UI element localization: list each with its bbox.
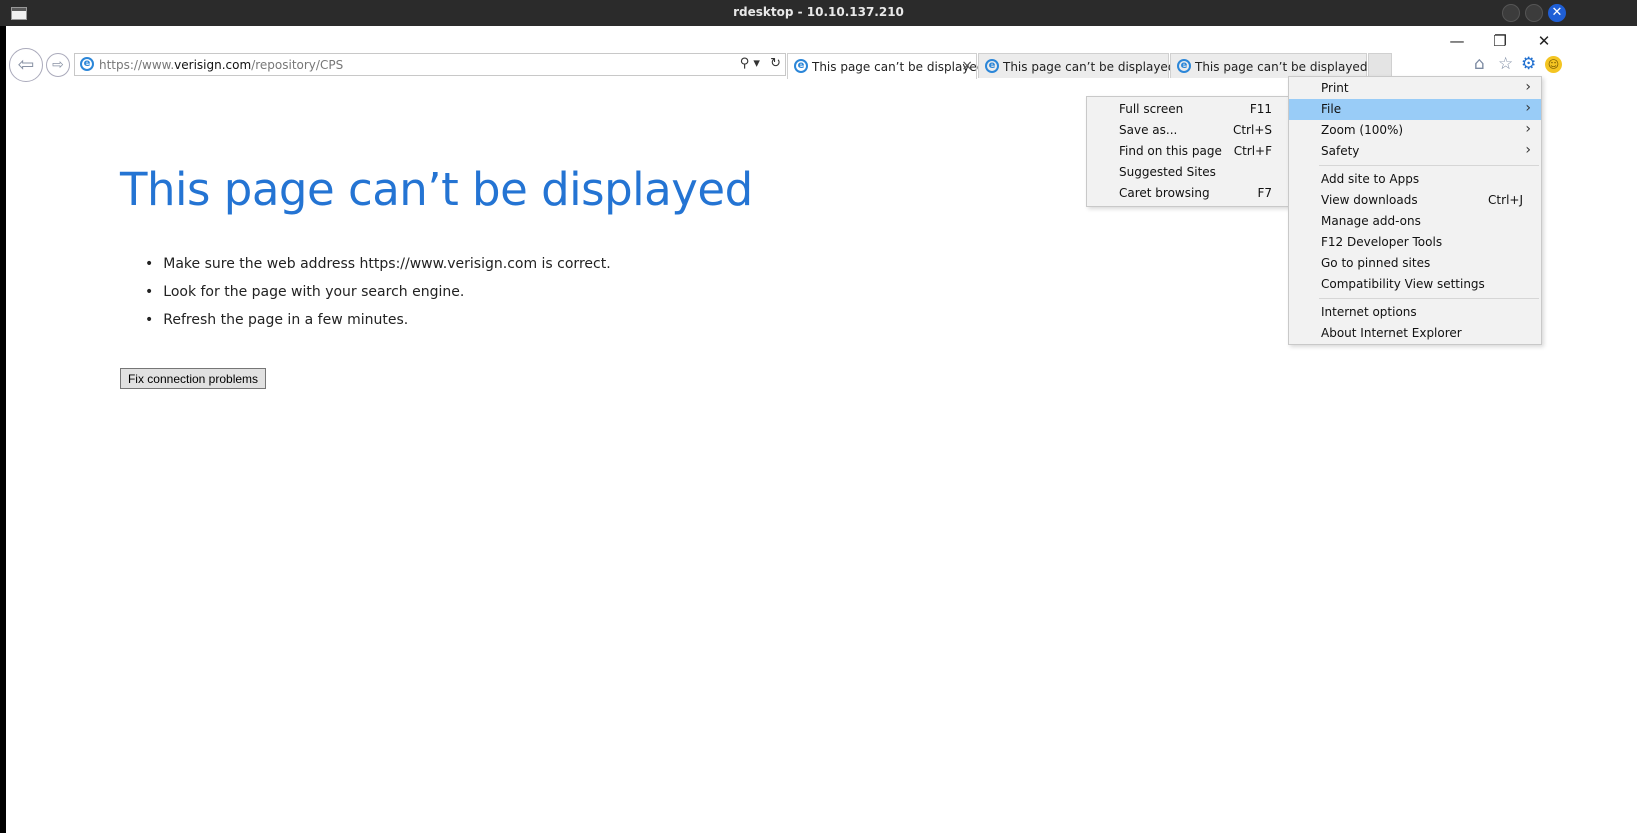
favorites-star-icon[interactable]: ☆ [1498, 54, 1513, 74]
rdesktop-close-button[interactable]: ✕ [1548, 4, 1566, 22]
menu-separator [1319, 298, 1539, 299]
chevron-right-icon: › [1525, 142, 1531, 158]
menu-item-save-as[interactable]: Save as... Ctrl+S [1087, 120, 1290, 141]
rdesktop-maximize-button[interactable] [1525, 4, 1543, 22]
chevron-right-icon: › [1525, 100, 1531, 116]
new-tab-button[interactable] [1368, 53, 1392, 78]
rdesktop-title: rdesktop - 10.10.137.210 [733, 5, 904, 19]
address-bar[interactable]: https://www.verisign.com/repository/CPS … [74, 53, 786, 76]
tab-title: This page can’t be displayed [812, 60, 985, 74]
menu-item-find-on-page[interactable]: Find on this page Ctrl+F [1087, 141, 1290, 162]
menu-item-zoom[interactable]: Zoom (100%) › [1289, 120, 1541, 141]
forward-button[interactable]: ⇨ [46, 53, 70, 77]
list-item: Make sure the web address https://www.ve… [145, 255, 610, 283]
menu-item-pinned-sites[interactable]: Go to pinned sites [1289, 253, 1541, 274]
menu-item-compat-view[interactable]: Compatibility View settings [1289, 274, 1541, 295]
ie-page-icon [80, 57, 94, 71]
tab-title: This page can’t be displayed [1003, 60, 1176, 74]
tab-2[interactable]: This page can’t be displayed [978, 53, 1175, 78]
close-button[interactable]: ✕ [1534, 32, 1554, 50]
menu-item-safety[interactable]: Safety › [1289, 141, 1541, 162]
tab-ie-icon [985, 59, 999, 73]
menu-item-about-ie[interactable]: About Internet Explorer [1289, 323, 1541, 344]
tab-title: This page can’t be displayed [1195, 60, 1368, 74]
page-title: This page can’t be displayed [120, 163, 753, 216]
minimize-button[interactable]: — [1447, 32, 1467, 50]
back-button[interactable]: ⇦ [9, 48, 43, 82]
chevron-right-icon: › [1525, 121, 1531, 137]
menu-item-view-downloads[interactable]: View downloads Ctrl+J [1289, 190, 1541, 211]
menu-item-suggested-sites[interactable]: Suggested Sites [1087, 162, 1290, 183]
suggestion-list: Make sure the web address https://www.ve… [145, 255, 611, 339]
menu-item-full-screen[interactable]: Full screen F11 [1087, 99, 1290, 120]
menu-item-file[interactable]: File › [1289, 99, 1541, 120]
address-tools: ⚲ ▾ ↻ [734, 56, 781, 71]
browser-window: — ❐ ✕ ⇦ ⇨ https://www.verisign.com/repos… [6, 26, 1637, 833]
refresh-icon[interactable]: ↻ [770, 56, 781, 71]
menu-item-add-site-to-apps[interactable]: Add site to Apps [1289, 169, 1541, 190]
search-dropdown-icon[interactable]: ⚲ ▾ [740, 56, 760, 71]
tools-gear-icon[interactable]: ⚙ [1521, 54, 1536, 74]
file-submenu: Full screen F11 Save as... Ctrl+S Find on … [1086, 96, 1291, 207]
tab-ie-icon [794, 59, 808, 73]
menu-item-manage-addons[interactable]: Manage add-ons [1289, 211, 1541, 232]
tools-menu: Print › File › Zoom (100%) › Safety › Add si… [1288, 76, 1542, 345]
rdesktop-titlebar: rdesktop - 10.10.137.210 ✕ [0, 0, 1637, 26]
menu-separator [1319, 165, 1539, 166]
restore-button[interactable]: ❐ [1490, 32, 1510, 50]
menu-item-internet-options[interactable]: Internet options [1289, 302, 1541, 323]
tab-1[interactable]: This page can’t be displayed × [787, 53, 984, 79]
fix-connection-button[interactable]: Fix connection problems [120, 368, 266, 389]
chevron-right-icon: › [1525, 79, 1531, 95]
tab-3[interactable]: This page can’t be displayed [1170, 53, 1367, 78]
menu-item-caret-browsing[interactable]: Caret browsing F7 [1087, 183, 1290, 204]
tab-close-icon[interactable]: × [961, 58, 973, 74]
menu-item-f12-dev-tools[interactable]: F12 Developer Tools [1289, 232, 1541, 253]
tab-ie-icon [1177, 59, 1191, 73]
list-item: Look for the page with your search engin… [145, 283, 611, 311]
rdesktop-minimize-button[interactable] [1502, 4, 1520, 22]
url-text[interactable]: https://www.verisign.com/repository/CPS [99, 58, 343, 72]
home-icon[interactable]: ⌂ [1474, 54, 1485, 74]
menu-item-print[interactable]: Print › [1289, 78, 1541, 99]
list-item: Refresh the page in a few minutes. [145, 311, 611, 339]
feedback-smiley-icon[interactable]: ☺ [1545, 56, 1562, 73]
